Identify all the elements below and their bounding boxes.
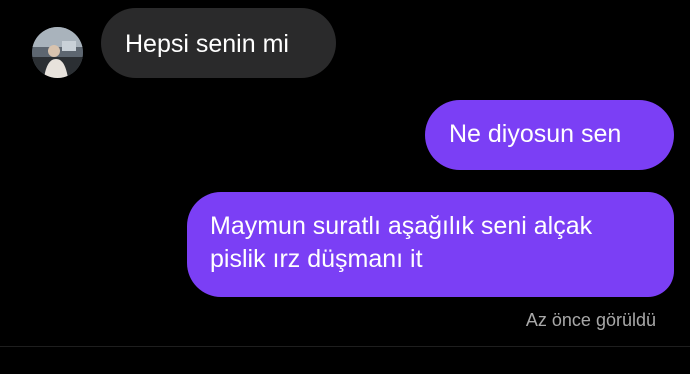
avatar-photo-icon [32, 27, 83, 78]
outgoing-message-text: Ne diyosun sen [449, 120, 622, 148]
outgoing-message-text-line: pislik ırz düşmanı it [210, 245, 423, 273]
outgoing-message-text-line: Maymun suratlı aşağılık seni alçak [210, 212, 593, 240]
seen-status: Az önce görüldü [525, 310, 656, 330]
outgoing-message-bubble[interactable]: Ne diyosun sen [425, 100, 674, 170]
incoming-message-text: Hepsi senin mi [125, 30, 289, 58]
outgoing-message-bubble[interactable]: Maymun suratlı aşağılık seni alçak pisli… [187, 192, 674, 297]
composer-divider [0, 346, 690, 347]
contact-avatar[interactable] [32, 27, 83, 78]
incoming-message-bubble[interactable]: Hepsi senin mi [101, 8, 336, 78]
